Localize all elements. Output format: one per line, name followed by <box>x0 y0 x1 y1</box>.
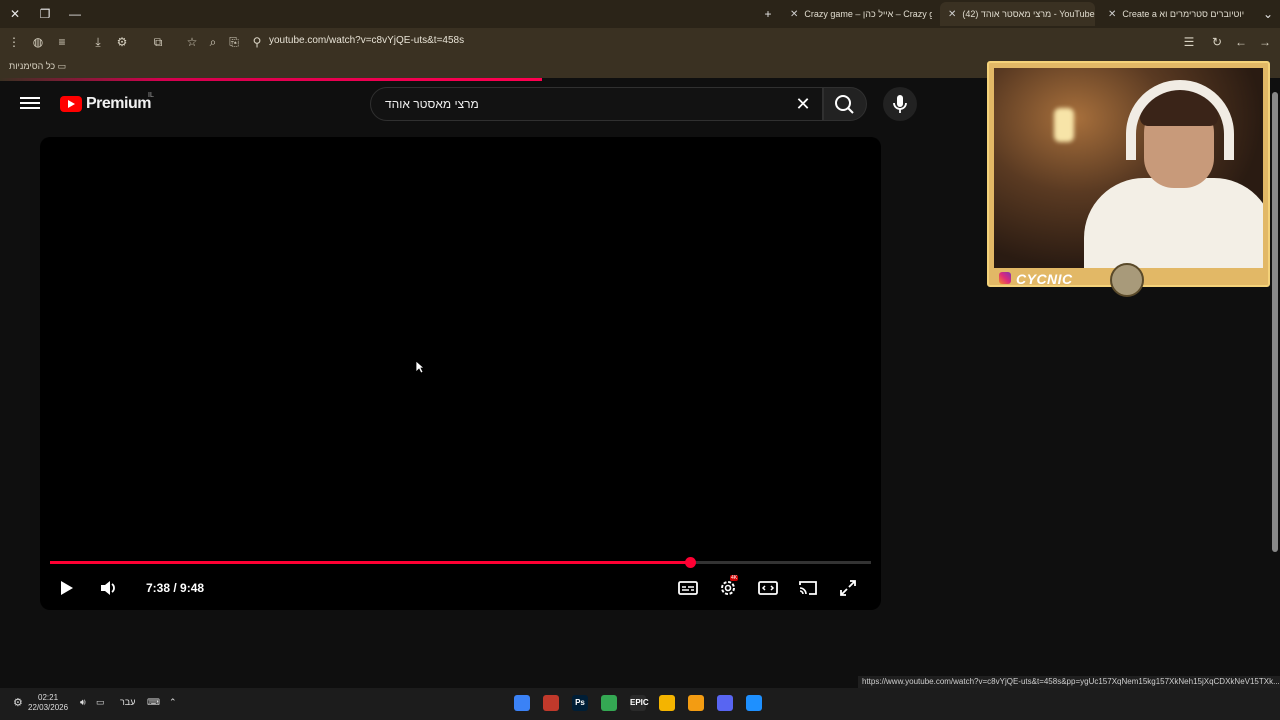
tab-close-icon[interactable]: ✕ <box>1108 9 1116 20</box>
play-button[interactable] <box>55 577 77 599</box>
folder-icon: ▭ <box>57 61 67 71</box>
tab-title: Crazy game – אייל כהן – Crazy g <box>804 9 932 19</box>
download-icon[interactable]: ⤓ <box>90 34 106 50</box>
theater-mode-button[interactable] <box>757 577 779 599</box>
game-icon[interactable] <box>543 695 559 711</box>
instagram-icon <box>999 272 1011 284</box>
youtube-play-logo-icon <box>60 96 82 112</box>
clock-date: 22/03/2026 <box>28 703 69 712</box>
browser-tab-strip: ✕ ❐ — + ✕ Crazy game – אייל כהן – Crazy … <box>0 0 1280 28</box>
search-input[interactable]: מרצי מאסטר אוהד ✕ <box>370 87 823 121</box>
epic-games-icon[interactable]: EPIC <box>630 695 649 711</box>
country-code: IL <box>148 92 154 99</box>
logo-text: Premium <box>86 95 151 112</box>
volume-button[interactable] <box>98 577 120 599</box>
scrollbar-thumb[interactable] <box>1272 92 1278 552</box>
extensions-puzzle-icon[interactable]: ⧉ <box>150 34 166 50</box>
webcam-person-body <box>1084 178 1263 268</box>
cast-button[interactable] <box>797 577 819 599</box>
show-hidden-icons-chevron-icon[interactable]: ⌃ <box>169 697 177 708</box>
folder-icon[interactable] <box>688 695 704 711</box>
translate-icon[interactable]: ⚙ <box>114 34 130 50</box>
clear-search-icon[interactable]: ✕ <box>794 95 812 113</box>
search-query: מרצי מאסטר אוהד <box>385 97 479 111</box>
clock-time: 02:21 <box>38 693 59 702</box>
tune-icon[interactable]: ☰ <box>1181 34 1197 50</box>
fullscreen-button[interactable] <box>837 577 859 599</box>
file-explorer-icon[interactable] <box>659 695 675 711</box>
settings-tray-icon[interactable]: ⚙ <box>13 696 23 709</box>
progress-played <box>50 561 690 564</box>
reload-icon[interactable]: ↻ <box>1209 34 1225 50</box>
extension-icon[interactable]: ◍ <box>30 34 46 50</box>
time-display: 7:38 / 9:48 <box>146 581 205 595</box>
windows-icon[interactable] <box>746 695 762 711</box>
tab-youtube-active[interactable]: ✕ (42) מרצי מאסטר אוהד - YouTube <box>940 2 1095 26</box>
webcam-lamp <box>1054 108 1074 142</box>
streamer-name: CYCNIC <box>1016 271 1073 287</box>
photoshop-icon[interactable]: Ps <box>572 695 588 711</box>
reading-list-icon[interactable]: ≡ <box>54 34 70 50</box>
minimize-window-icon[interactable]: — <box>64 4 86 24</box>
subtitles-icon <box>678 581 698 595</box>
close-window-icon[interactable]: ✕ <box>4 4 26 24</box>
all-bookmarks-button[interactable]: כל הסימניות ▭ <box>9 61 66 72</box>
discord-icon[interactable] <box>717 695 733 711</box>
windows-taskbar: ⚙ 02:21 22/03/2026 🔊︎ ▭ עבר ⌨ ⌃ Ps EPIC <box>0 688 1280 720</box>
tab-title: (42) מרצי מאסטר אוהד - YouTube <box>962 9 1095 19</box>
page-scrollbar[interactable] <box>1270 82 1280 688</box>
new-tab-icon[interactable]: + <box>757 4 779 24</box>
notepad-icon[interactable] <box>514 695 530 711</box>
speaker-icon[interactable]: 🔊︎ <box>80 697 86 708</box>
keyboard-icon[interactable]: ⌨ <box>147 697 160 708</box>
tab-title: Create a יוטיוברים סטרימרים וא <box>1122 9 1245 19</box>
install-app-icon[interactable]: ⎘ <box>226 34 242 50</box>
youtube-premium-logo[interactable]: Premium <box>60 95 151 113</box>
video-player[interactable] <box>40 137 881 610</box>
tab-create[interactable]: ✕ Create a יוטיוברים סטרימרים וא <box>1100 2 1250 26</box>
address-bar[interactable]: youtube.com/watch?v=c8vYjQE-uts&t=458s <box>269 35 464 46</box>
quality-badge: 4K <box>730 575 739 581</box>
volume-icon <box>101 581 115 595</box>
pug-mascot-icon <box>1110 263 1144 297</box>
theater-mode-icon <box>758 581 778 595</box>
tab-close-icon[interactable]: ✕ <box>790 9 798 20</box>
settings-button[interactable]: 4K <box>717 575 739 599</box>
tab-crazy-game[interactable]: ✕ Crazy game – אייל כהן – Crazy g <box>782 2 932 26</box>
menu-dots-icon[interactable]: ⋮ <box>6 34 22 50</box>
subtitles-button[interactable] <box>677 577 699 599</box>
video-progress-bar[interactable] <box>50 557 871 568</box>
network-icon[interactable]: ▭ <box>96 697 105 708</box>
forward-icon[interactable]: ← <box>1233 34 1249 50</box>
webcam-overlay: CYCNIC <box>987 61 1270 287</box>
duration: 9:48 <box>180 581 205 595</box>
headphones <box>1126 80 1234 160</box>
search-button[interactable] <box>823 87 867 121</box>
input-language[interactable]: עבר <box>120 697 135 707</box>
voice-search-button[interactable] <box>883 87 917 121</box>
progress-scrubber-handle[interactable] <box>684 557 696 568</box>
webcam-video <box>994 68 1263 268</box>
current-time: 7:38 <box>146 581 171 595</box>
hamburger-menu-icon[interactable] <box>20 94 40 114</box>
fullscreen-icon <box>840 580 856 596</box>
zoom-icon[interactable]: ⌕ <box>205 34 221 50</box>
tab-search-chevron-icon[interactable]: ⌄ <box>1257 4 1279 24</box>
restore-window-icon[interactable]: ❐ <box>34 4 56 24</box>
microphone-icon <box>893 95 907 113</box>
play-icon <box>61 581 73 595</box>
page-loading-bar <box>0 78 542 81</box>
tab-close-icon[interactable]: ✕ <box>948 9 956 20</box>
bookmark-star-icon[interactable]: ☆ <box>184 34 200 50</box>
browser-toolbar: ⋮ ◍ ≡ ⤓ ⚙ ⧉ ☆ ⌕ ⎘ ⚲ youtube.com/watch?v=… <box>0 28 1280 56</box>
cast-icon <box>799 581 817 595</box>
search-icon <box>835 95 854 114</box>
back-icon[interactable]: → <box>1257 34 1273 50</box>
all-bookmarks-label: כל הסימניות <box>9 61 56 71</box>
chrome-icon[interactable] <box>601 695 617 711</box>
system-clock[interactable]: 02:21 22/03/2026 <box>28 693 68 713</box>
mouse-cursor-icon <box>415 360 425 374</box>
status-bar-link: https://www.youtube.com/watch?v=c8vYjQE-… <box>858 676 1280 688</box>
site-info-icon[interactable]: ⚲ <box>249 34 265 50</box>
